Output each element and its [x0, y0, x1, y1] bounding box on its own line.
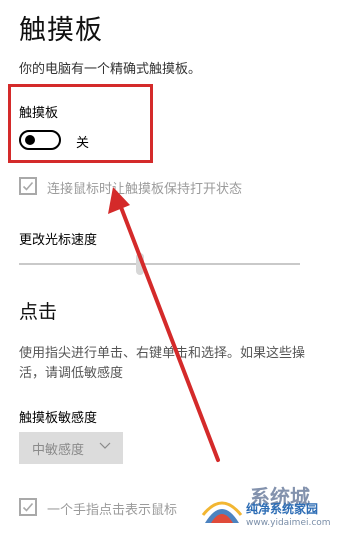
watermark-logo-icon — [201, 501, 243, 523]
watermark-url: www.yidaimei.com — [246, 518, 331, 528]
watermark-site-name: 纯净系统家园 — [246, 502, 319, 516]
annotation-arrow — [108, 187, 220, 462]
